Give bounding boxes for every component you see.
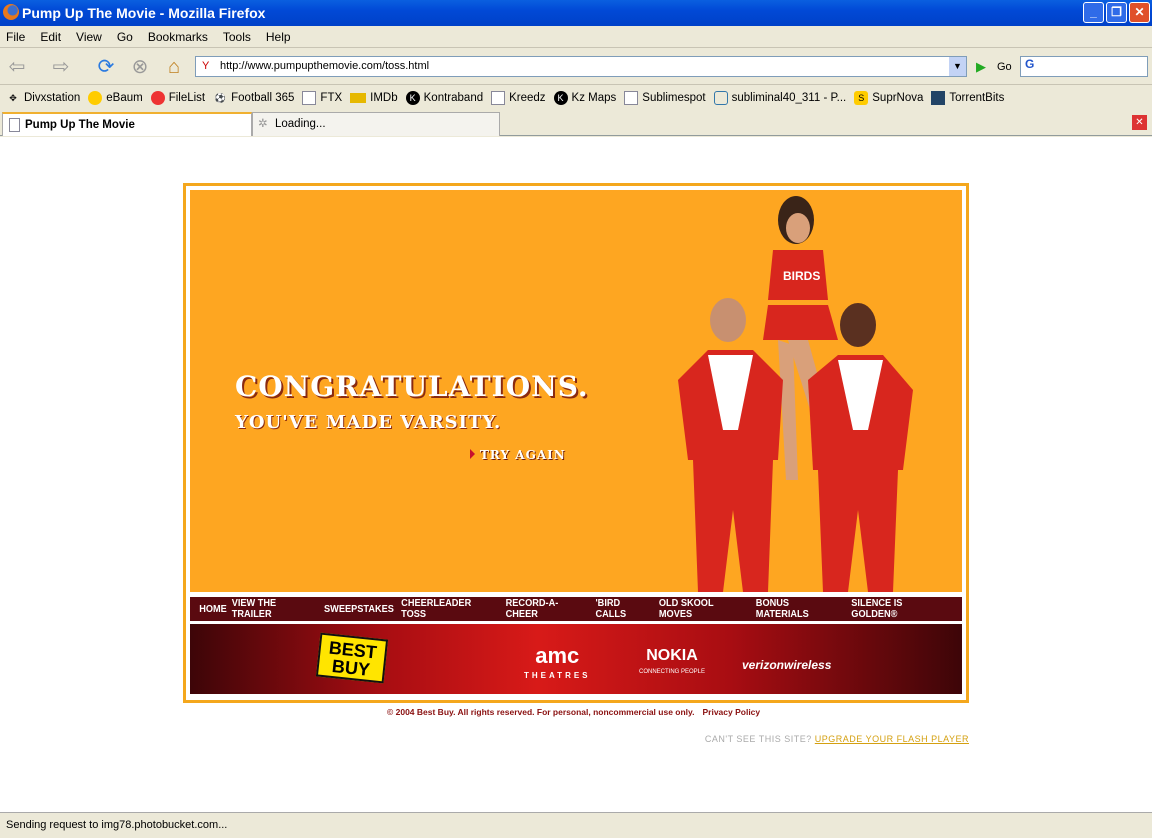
football-icon: ⚽ bbox=[214, 93, 226, 103]
menu-edit[interactable]: Edit bbox=[40, 30, 61, 44]
footer: © 2004 Best Buy. All rights reserved. Fo… bbox=[387, 707, 760, 717]
menu-help[interactable]: Help bbox=[266, 30, 291, 44]
go-button[interactable]: Go bbox=[997, 61, 1012, 73]
menu-view[interactable]: View bbox=[76, 30, 102, 44]
close-tab-icon[interactable]: ✕ bbox=[1132, 115, 1147, 130]
nav-record-a-cheer[interactable]: RECORD-A-CHEER bbox=[505, 598, 589, 620]
cheerleaders-image: BIRDS bbox=[678, 196, 913, 592]
menu-bar: File Edit View Go Bookmarks Tools Help bbox=[0, 26, 1152, 48]
nav-bonus-materials[interactable]: BONUS MATERIALS bbox=[756, 598, 844, 620]
site-favicon: Y bbox=[202, 60, 210, 72]
nav-view-the-trailer[interactable]: VIEW THE TRAILER bbox=[232, 598, 318, 620]
nav-silence-is-golden[interactable]: SILENCE IS GOLDEN® bbox=[851, 598, 950, 620]
bookmark-item[interactable]: ⚽ Football 365 bbox=[213, 91, 295, 105]
nav-cheerleader-toss[interactable]: CHEERLEADER TOSS bbox=[401, 598, 497, 620]
menu-bookmarks[interactable]: Bookmarks bbox=[148, 30, 208, 44]
sponsor-bar: BEST BUY amc THEATRES NOKIA CONNECTING PEO… bbox=[190, 624, 962, 694]
k-icon: K bbox=[405, 91, 420, 105]
nav-sweepstakes[interactable]: SWEEPSTAKES bbox=[324, 604, 394, 615]
bookmark-item[interactable]: FTX bbox=[302, 91, 342, 105]
menu-tools[interactable]: Tools bbox=[223, 30, 251, 44]
bookmark-item[interactable]: Sublimespot bbox=[624, 91, 706, 105]
bookmark-item[interactable]: eBaum bbox=[88, 91, 143, 105]
photo-icon bbox=[713, 91, 728, 105]
filelist-icon bbox=[150, 91, 165, 105]
status-bar: Sending request to img78.photobucket.com… bbox=[0, 812, 1152, 838]
bookmark-item[interactable]: K Kontraband bbox=[405, 91, 483, 105]
back-icon[interactable]: ⇦ bbox=[4, 54, 30, 80]
tab-pump-up-the-movie[interactable]: Pump Up The Movie bbox=[2, 112, 252, 136]
bookmark-item[interactable]: ✥ Divxstation bbox=[6, 91, 80, 105]
flash-notice: CAN'T SEE THIS SITE? UPGRADE YOUR FLASH … bbox=[704, 734, 969, 744]
url-dropdown-icon[interactable]: ▼ bbox=[949, 57, 966, 76]
page-icon bbox=[302, 91, 317, 105]
search-input[interactable]: G bbox=[1020, 56, 1148, 77]
maximize-button[interactable]: ❐ bbox=[1106, 2, 1127, 23]
stop-icon[interactable]: ⊗ bbox=[127, 54, 153, 80]
page-content: CONGRATULATIONS. YOU'VE MADE VARSITY. TR… bbox=[0, 137, 1152, 812]
firefox-icon bbox=[3, 4, 19, 20]
home-icon[interactable]: ⌂ bbox=[161, 54, 187, 80]
bookmark-item[interactable]: subliminal40_311 - P... bbox=[713, 91, 846, 105]
uniform-text: BIRDS bbox=[783, 269, 820, 283]
menu-go[interactable]: Go bbox=[117, 30, 133, 44]
s-icon: S bbox=[854, 91, 869, 105]
upgrade-flash-link[interactable]: UPGRADE YOUR FLASH PLAYER bbox=[815, 734, 969, 744]
bookmark-item[interactable]: S SuprNova bbox=[854, 91, 923, 105]
title-bar: Pump Up The Movie - Mozilla Firefox _ ❐ … bbox=[0, 0, 1152, 26]
tab-bar: Pump Up The Movie ✲ Loading... ✕ bbox=[0, 110, 1152, 136]
close-button[interactable]: ✕ bbox=[1129, 2, 1150, 23]
tab-loading[interactable]: ✲ Loading... bbox=[252, 112, 500, 136]
nav-home[interactable]: HOME bbox=[199, 604, 227, 615]
bookmark-item[interactable]: TorrentBits bbox=[931, 91, 1004, 105]
page-icon bbox=[9, 118, 20, 132]
subhead: YOU'VE MADE VARSITY. bbox=[235, 412, 502, 433]
k-icon: K bbox=[553, 91, 568, 105]
url-bar[interactable]: Y http://www.pumpupthemovie.com/toss.htm… bbox=[195, 56, 967, 77]
bookmarks-toolbar: ✥ Divxstation eBaum FileList ⚽ Football 36… bbox=[0, 86, 1152, 110]
page-icon bbox=[491, 91, 506, 105]
try-again-link[interactable]: TRY AGAIN bbox=[470, 448, 566, 462]
best-buy-logo[interactable]: BEST BUY bbox=[315, 632, 389, 684]
reload-icon[interactable]: ⟳ bbox=[93, 54, 119, 80]
google-icon: G bbox=[1025, 57, 1035, 71]
headline: CONGRATULATIONS. bbox=[235, 370, 589, 403]
verizon-logo[interactable]: verizonwireless bbox=[742, 658, 831, 672]
ebaum-icon bbox=[88, 91, 103, 105]
bookmark-item[interactable]: K Kz Maps bbox=[553, 91, 616, 105]
imdb-icon bbox=[350, 93, 367, 103]
forward-icon[interactable]: ⇨ bbox=[48, 54, 74, 80]
bookmark-item[interactable]: IMDb bbox=[350, 92, 398, 104]
flash-movie: CONGRATULATIONS. YOU'VE MADE VARSITY. TR… bbox=[183, 183, 969, 703]
minimize-button[interactable]: _ bbox=[1083, 2, 1104, 23]
hero-panel: CONGRATULATIONS. YOU'VE MADE VARSITY. TR… bbox=[190, 190, 962, 592]
nav-old-skool-moves[interactable]: OLD SKOOL MOVES bbox=[659, 598, 748, 620]
divx-icon: ✥ bbox=[9, 93, 17, 103]
site-nav: HOME VIEW THE TRAILER SWEEPSTAKES CHEERL… bbox=[190, 597, 962, 621]
go-icon[interactable]: ▶ bbox=[976, 59, 986, 75]
amc-logo[interactable]: amc THEATRES bbox=[524, 645, 591, 686]
menu-file[interactable]: File bbox=[6, 30, 25, 44]
loading-spinner-icon: ✲ bbox=[258, 118, 268, 130]
bookmark-item[interactable]: FileList bbox=[150, 91, 205, 105]
privacy-policy-link[interactable]: Privacy Policy bbox=[702, 707, 760, 717]
url-text: http://www.pumpupthemovie.com/toss.html bbox=[220, 60, 430, 72]
copyright: © 2004 Best Buy. All rights reserved. Fo… bbox=[387, 707, 695, 717]
tb-icon bbox=[931, 91, 946, 105]
nav-bird-calls[interactable]: 'BIRD CALLS bbox=[595, 598, 652, 620]
page-icon bbox=[624, 91, 639, 105]
nokia-logo[interactable]: NOKIA CONNECTING PEOPLE bbox=[639, 648, 705, 680]
window-title: Pump Up The Movie - Mozilla Firefox bbox=[22, 5, 266, 21]
bookmark-item[interactable]: Kreedz bbox=[491, 91, 546, 105]
